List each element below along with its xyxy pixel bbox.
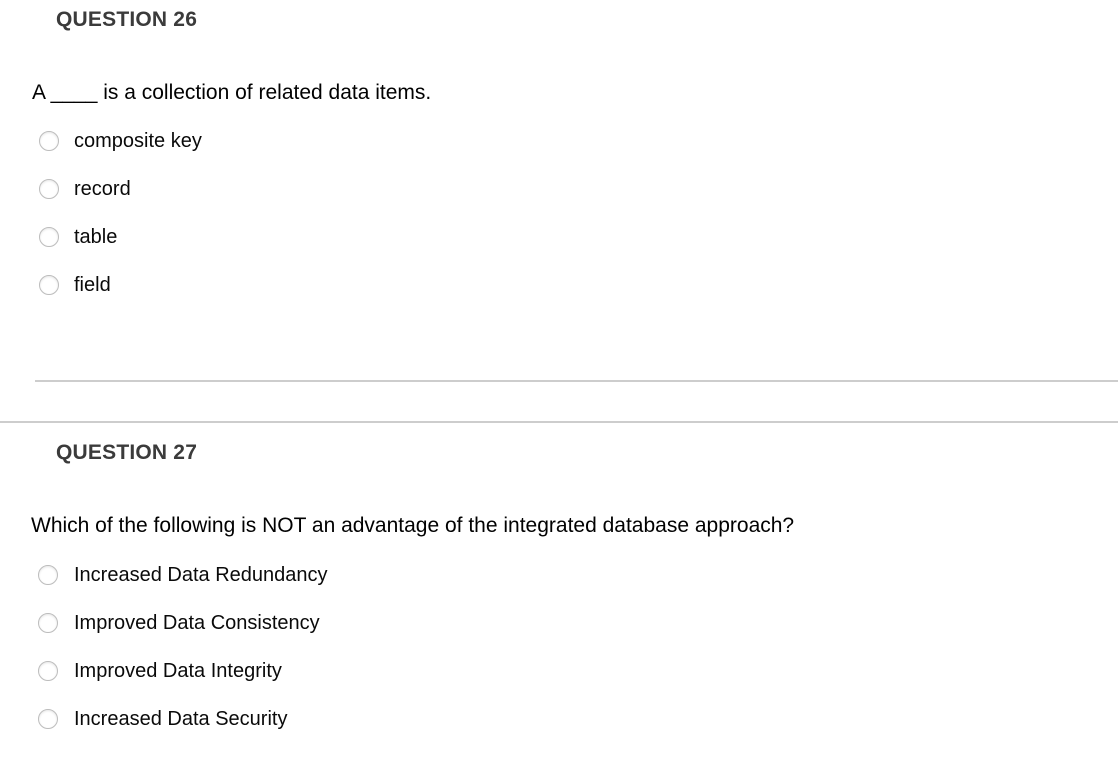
- option-label: Improved Data Consistency: [74, 611, 320, 634]
- option-label: table: [74, 225, 118, 248]
- radio-button-icon[interactable]: [39, 275, 59, 295]
- radio-button-icon[interactable]: [38, 661, 58, 681]
- option-row[interactable]: Increased Data Redundancy: [38, 551, 328, 599]
- question-27-prompt: Which of the following is NOT an advanta…: [31, 514, 795, 537]
- option-label: Improved Data Integrity: [74, 659, 282, 682]
- radio-button-icon[interactable]: [38, 613, 58, 633]
- option-row[interactable]: Increased Data Security: [38, 695, 328, 743]
- option-label: Increased Data Redundancy: [74, 563, 328, 586]
- question-26-options: composite key record table field: [39, 117, 202, 309]
- option-label: field: [74, 273, 111, 296]
- option-row[interactable]: Improved Data Integrity: [38, 647, 328, 695]
- question-26-heading: QUESTION 26: [56, 8, 198, 31]
- option-label: record: [74, 177, 131, 200]
- radio-button-icon[interactable]: [39, 131, 59, 151]
- quiz-page: QUESTION 26 A ____ is a collection of re…: [0, 0, 1118, 776]
- radio-button-icon[interactable]: [38, 565, 58, 585]
- option-row[interactable]: field: [39, 261, 202, 309]
- question-27-heading: QUESTION 27: [56, 441, 198, 464]
- question-separator-inset: [35, 380, 1118, 382]
- question-26-prompt: A ____ is a collection of related data i…: [32, 81, 432, 104]
- question-separator-full: [0, 421, 1118, 423]
- option-row[interactable]: table: [39, 213, 202, 261]
- question-27-options: Increased Data Redundancy Improved Data …: [38, 551, 328, 743]
- radio-button-icon[interactable]: [39, 227, 59, 247]
- option-row[interactable]: Improved Data Consistency: [38, 599, 328, 647]
- radio-button-icon[interactable]: [39, 179, 59, 199]
- option-row[interactable]: composite key: [39, 117, 202, 165]
- option-label: composite key: [74, 129, 202, 152]
- option-row[interactable]: record: [39, 165, 202, 213]
- radio-button-icon[interactable]: [38, 709, 58, 729]
- option-label: Increased Data Security: [74, 707, 288, 730]
